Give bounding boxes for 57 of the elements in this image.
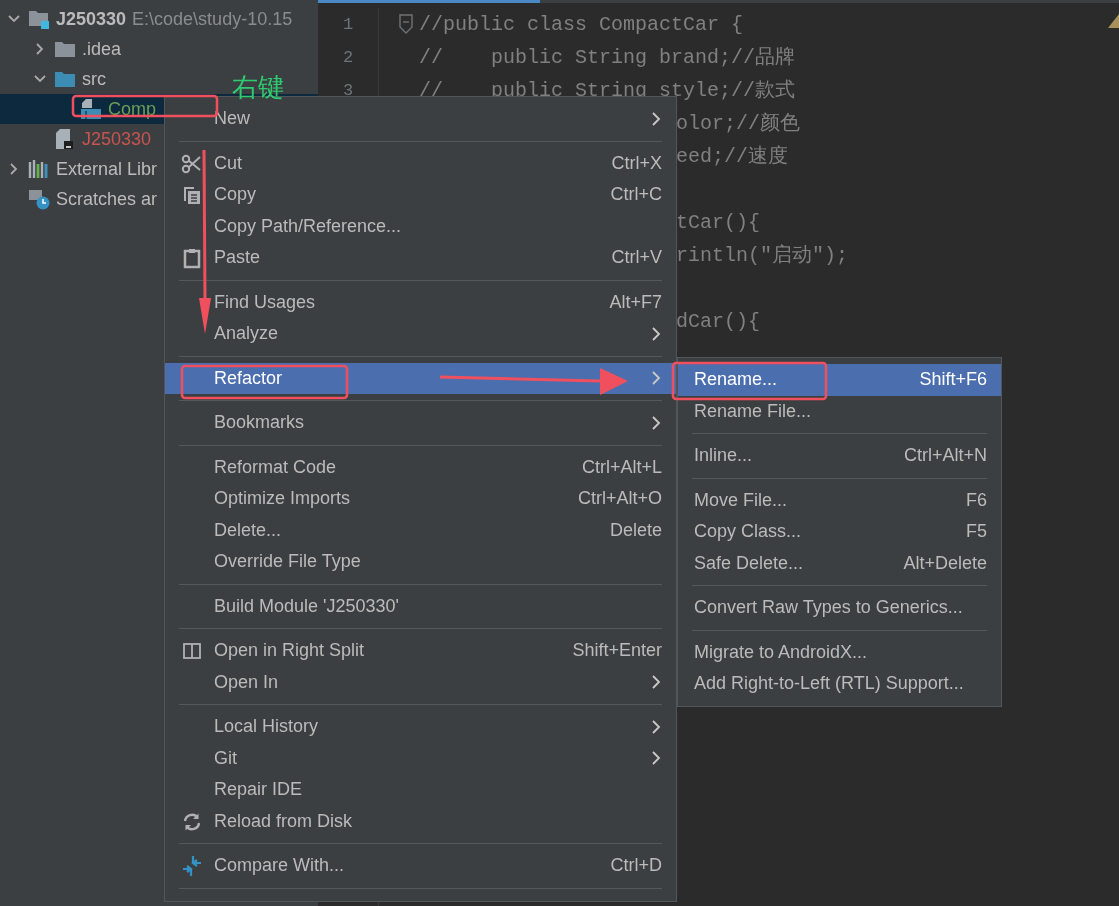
copy-icon <box>181 184 203 206</box>
compare-arrows-icon <box>181 855 203 877</box>
module-folder-icon <box>28 8 50 30</box>
scissors-icon <box>181 152 203 175</box>
menu-item[interactable]: Override File Type <box>165 546 676 578</box>
library-icon <box>28 158 50 180</box>
clipboard-icon <box>181 247 203 269</box>
fold-icon[interactable] <box>398 14 414 34</box>
line-number: 3 <box>342 80 354 102</box>
code-line: olor;//颜色 <box>676 111 800 137</box>
tree-item[interactable]: src <box>0 64 110 94</box>
menu-item[interactable]: Local History <box>165 711 676 743</box>
menu-item[interactable]: Convert Raw Types to Generics... <box>678 592 1001 624</box>
menu-item[interactable]: Cut Ctrl+X <box>165 147 676 179</box>
menu-item[interactable]: Paste Ctrl+V <box>165 242 676 274</box>
file-icon <box>54 128 76 150</box>
menu-item[interactable]: Analyze <box>165 318 676 350</box>
menu-item[interactable]: Git <box>165 742 676 774</box>
menu-item[interactable]: Delete... Delete <box>165 514 676 546</box>
code-line: eed;//速度 <box>676 144 788 170</box>
menu-item[interactable]: Add Right-to-Left (RTL) Support... <box>678 668 1001 700</box>
menu-item[interactable]: Reformat Code Ctrl+Alt+L <box>165 451 676 483</box>
tree-item[interactable]: .idea <box>0 34 126 64</box>
line-number: 2 <box>342 47 354 69</box>
tree-item[interactable]: J250330 E:\code\study-10.15 <box>0 4 297 34</box>
menu-item[interactable]: Migrate to AndroidX... <box>678 636 1001 668</box>
code-line: //public class CompactCar { <box>419 12 744 38</box>
menu-item[interactable]: Move File... F6 <box>678 484 1001 516</box>
split-view-icon <box>181 640 203 662</box>
code-line: dCar(){ <box>676 309 760 335</box>
menu-item[interactable]: Rename... Shift+F6 <box>678 364 1001 396</box>
tree-item[interactable]: External Libr <box>0 154 162 184</box>
menu-item[interactable]: Bookmarks <box>165 407 676 439</box>
code-line: // public String brand;//品牌 <box>419 45 796 71</box>
scratches-icon <box>28 188 50 210</box>
menu-item[interactable]: Refactor <box>165 362 676 394</box>
menu-item[interactable]: Compare With... Ctrl+D <box>165 850 676 882</box>
menu-item[interactable]: Copy Class... F5 <box>678 516 1001 548</box>
menu-item[interactable]: Find Usages Alt+F7 <box>165 286 676 318</box>
menu-item[interactable]: Optimize Imports Ctrl+Alt+O <box>165 483 676 515</box>
menu-item[interactable]: Inline... Ctrl+Alt+N <box>678 440 1001 472</box>
menu-item[interactable]: Copy Ctrl+C <box>165 179 676 211</box>
menu-item[interactable]: Copy Path/Reference... <box>165 210 676 242</box>
module-path: E:\code\study-10.15 <box>132 8 293 30</box>
tree-item[interactable]: Scratches ar <box>0 184 162 214</box>
menu-item[interactable]: Safe Delete... Alt+Delete <box>678 547 1001 579</box>
menu-item[interactable]: Repair IDE <box>165 774 676 806</box>
menu-item[interactable]: Open in Right Split Shift+Enter <box>165 635 676 667</box>
class-file-icon <box>80 98 102 120</box>
menu-item[interactable]: Open In <box>165 666 676 698</box>
line-number: 1 <box>342 14 354 36</box>
menu-item[interactable]: Rename File... <box>678 395 1001 427</box>
menu-item[interactable]: Reload from Disk <box>165 805 676 837</box>
code-line: rintln("启动"); <box>676 243 849 269</box>
warning-icon[interactable] <box>1107 13 1119 29</box>
code-line: tCar(){ <box>676 210 760 236</box>
menu-item[interactable]: Build Module 'J250330' <box>165 590 676 622</box>
